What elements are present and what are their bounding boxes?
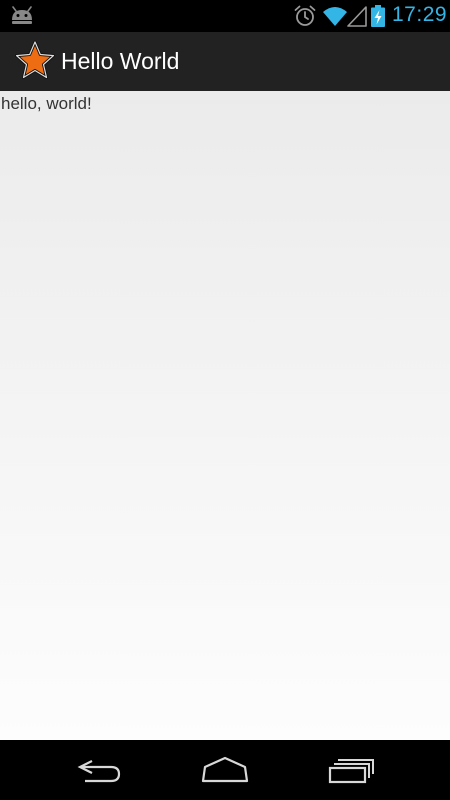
navigation-bar [0, 740, 450, 800]
action-bar: Hello World [0, 32, 450, 92]
app-title: Hello World [61, 48, 180, 74]
recent-apps-icon [328, 759, 374, 784]
content-area: hello, world! [0, 91, 450, 740]
wifi-icon [322, 4, 348, 28]
back-icon [77, 760, 121, 783]
recent-apps-button[interactable] [321, 752, 381, 788]
status-bar: 17:29 [0, 0, 450, 32]
back-button[interactable] [70, 752, 130, 788]
android-icon [10, 6, 34, 26]
hello-text: hello, world! [1, 94, 92, 113]
home-button[interactable] [195, 752, 255, 788]
star-icon[interactable] [15, 40, 55, 80]
status-clock: 17:29 [392, 3, 448, 26]
signal-icon [347, 5, 367, 27]
battery-charging-icon [370, 4, 386, 28]
phone-screen: 17:29 Hello World hello, world! [0, 0, 450, 800]
home-icon [201, 756, 249, 783]
alarm-icon [293, 4, 317, 28]
